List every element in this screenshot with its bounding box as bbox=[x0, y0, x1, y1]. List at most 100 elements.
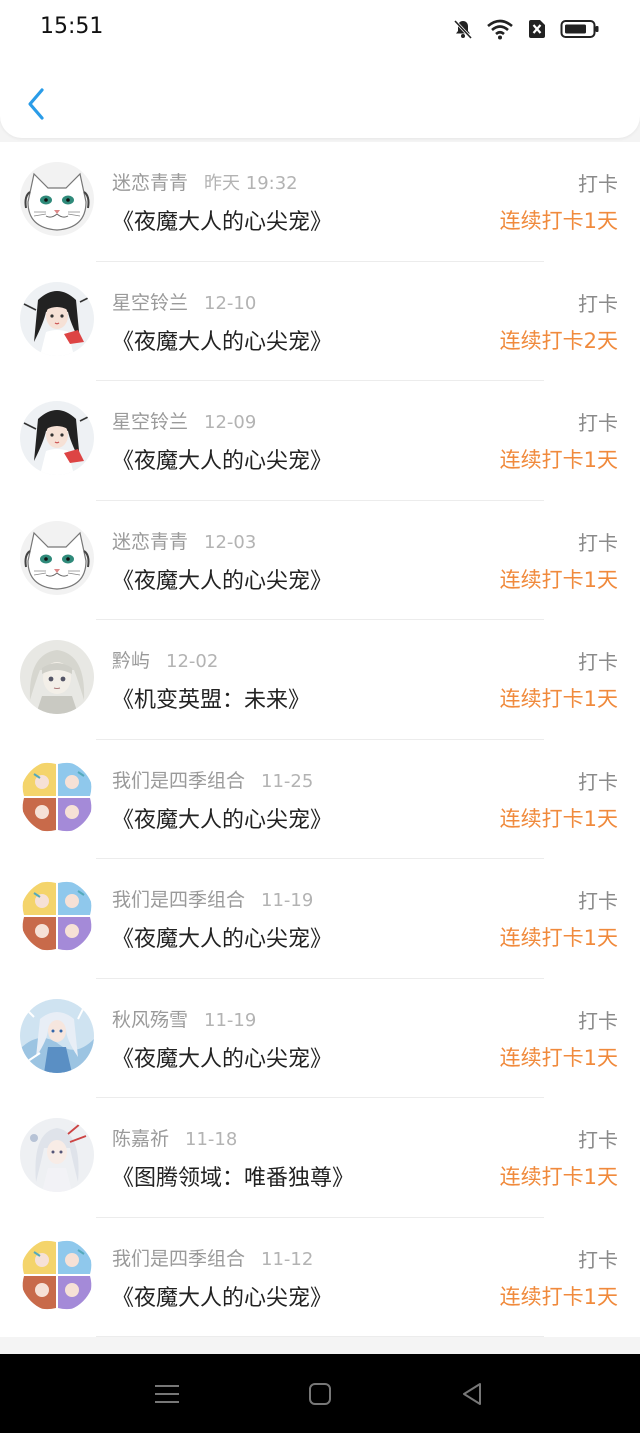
battery-icon bbox=[560, 20, 599, 38]
list-item[interactable]: 我们是四季组合 11-12 《夜魔大人的心尖宠》 打卡 连续打卡1天 bbox=[0, 1217, 640, 1337]
white-hair-avatar-icon bbox=[20, 640, 94, 714]
streak-label: 连续打卡2天 bbox=[499, 328, 618, 353]
avatar[interactable] bbox=[20, 520, 94, 595]
avatar[interactable] bbox=[20, 1118, 94, 1192]
checkin-date: 昨天 19:32 bbox=[204, 173, 298, 194]
checkin-date: 12-10 bbox=[204, 292, 257, 314]
white-cat-avatar-icon bbox=[20, 520, 94, 595]
meta: 我们是四季组合 11-19 bbox=[112, 885, 313, 912]
back-nav-button[interactable] bbox=[458, 1380, 488, 1408]
book-title[interactable]: 《机变英盟：未来》 bbox=[112, 682, 310, 714]
checkin-date: 11-12 bbox=[261, 1248, 314, 1270]
four-seasons-avatar-icon bbox=[20, 879, 94, 953]
streak-label: 连续打卡1天 bbox=[499, 1284, 618, 1309]
streak-label: 连续打卡1天 bbox=[499, 1165, 618, 1189]
avatar[interactable] bbox=[20, 401, 94, 475]
bell-muted-icon bbox=[453, 19, 473, 40]
avatar[interactable] bbox=[20, 998, 94, 1073]
meta: 迷恋青青 12-03 bbox=[112, 527, 256, 554]
meta: 秋风殇雪 11-19 bbox=[112, 1005, 256, 1032]
meta: 黔屿 12-02 bbox=[112, 646, 218, 673]
action-label: 打卡 bbox=[578, 172, 618, 196]
meta: 星空铃兰 12-10 bbox=[112, 288, 256, 315]
list-item[interactable]: 我们是四季组合 11-25 《夜魔大人的心尖宠》 打卡 连续打卡1天 bbox=[0, 739, 640, 859]
blue-girl-avatar-icon bbox=[20, 998, 94, 1073]
back-triangle-icon bbox=[463, 1383, 481, 1405]
checkin-date: 12-03 bbox=[204, 531, 257, 553]
list-item[interactable]: 秋风殇雪 11-19 《夜魔大人的心尖宠》 打卡 连续打卡1天 bbox=[0, 978, 640, 1098]
list-item[interactable]: 星空铃兰 12-09 《夜魔大人的心尖宠》 打卡 连续打卡1天 bbox=[0, 381, 640, 501]
book-title[interactable]: 《夜魔大人的心尖宠》 bbox=[112, 802, 332, 834]
menu-button[interactable] bbox=[152, 1380, 182, 1408]
streak-label: 连续打卡1天 bbox=[499, 687, 618, 711]
home-button[interactable] bbox=[305, 1380, 335, 1408]
avatar[interactable] bbox=[20, 162, 94, 236]
streak-label: 连续打卡1天 bbox=[499, 209, 618, 233]
list-item[interactable]: 迷恋青青 昨天 19:32 《夜魔大人的心尖宠》 打卡 连续打卡1天 bbox=[0, 142, 640, 262]
list-item[interactable]: 迷恋青青 12-03 《夜魔大人的心尖宠》 打卡 连续打卡1天 bbox=[0, 500, 640, 620]
username[interactable]: 秋风殇雪 bbox=[112, 1009, 188, 1031]
book-title[interactable]: 《夜魔大人的心尖宠》 bbox=[112, 443, 332, 475]
action-label: 打卡 bbox=[578, 650, 618, 674]
action-label: 打卡 bbox=[578, 769, 618, 794]
list-item[interactable]: 星空铃兰 12-10 《夜魔大人的心尖宠》 打卡 连续打卡2天 bbox=[0, 261, 640, 381]
book-title[interactable]: 《夜魔大人的心尖宠》 bbox=[112, 204, 332, 236]
sim-x-icon bbox=[529, 20, 545, 38]
action-label: 打卡 bbox=[578, 1008, 618, 1033]
checkin-date: 11-25 bbox=[261, 770, 314, 792]
book-title[interactable]: 《夜魔大人的心尖宠》 bbox=[112, 324, 332, 356]
list-item[interactable]: 陈嘉祈 11-18 《图腾领域：唯番独尊》 打卡 连续打卡1天 bbox=[0, 1098, 640, 1218]
meta: 迷恋青青 昨天 19:32 bbox=[112, 168, 298, 195]
book-title[interactable]: 《夜魔大人的心尖宠》 bbox=[112, 1280, 332, 1312]
four-seasons-avatar-icon bbox=[20, 759, 94, 834]
streak-label: 连续打卡1天 bbox=[499, 1045, 618, 1070]
book-title[interactable]: 《夜魔大人的心尖宠》 bbox=[112, 563, 332, 595]
anime-girl-avatar-icon bbox=[20, 401, 94, 475]
meta: 我们是四季组合 11-12 bbox=[112, 1244, 313, 1271]
anime-girl-avatar-icon bbox=[20, 281, 94, 356]
streak-label: 连续打卡1天 bbox=[499, 567, 618, 592]
avatar[interactable] bbox=[20, 1237, 94, 1312]
username[interactable]: 迷恋青青 bbox=[112, 531, 188, 553]
streak-label: 连续打卡1天 bbox=[499, 448, 618, 472]
avatar[interactable] bbox=[20, 879, 94, 953]
action-label: 打卡 bbox=[578, 411, 618, 435]
menu-icon bbox=[155, 1385, 179, 1403]
silver-girl-avatar-icon bbox=[20, 1118, 94, 1192]
status-icons bbox=[452, 16, 600, 42]
username[interactable]: 我们是四季组合 bbox=[112, 770, 245, 792]
meta: 我们是四季组合 11-25 bbox=[112, 766, 313, 793]
four-seasons-avatar-icon bbox=[20, 1237, 94, 1312]
book-title[interactable]: 《图腾领域：唯番独尊》 bbox=[112, 1160, 354, 1192]
action-label: 打卡 bbox=[578, 889, 618, 913]
meta: 陈嘉祈 11-18 bbox=[112, 1124, 237, 1151]
white-cat-avatar-icon bbox=[20, 162, 94, 236]
username[interactable]: 我们是四季组合 bbox=[112, 889, 245, 911]
username[interactable]: 迷恋青青 bbox=[112, 172, 188, 194]
action-label: 打卡 bbox=[578, 1247, 618, 1272]
checkin-date: 11-18 bbox=[185, 1129, 238, 1150]
checkin-date: 11-19 bbox=[204, 1009, 257, 1031]
avatar[interactable] bbox=[20, 640, 94, 714]
list-item[interactable]: 黔屿 12-02 《机变英盟：未来》 打卡 连续打卡1天 bbox=[0, 620, 640, 740]
meta: 星空铃兰 12-09 bbox=[112, 407, 256, 434]
system-nav-bar bbox=[0, 1354, 640, 1433]
streak-label: 连续打卡1天 bbox=[499, 806, 618, 831]
checkin-date: 12-09 bbox=[204, 412, 257, 433]
username[interactable]: 陈嘉祈 bbox=[112, 1128, 169, 1150]
status-time: 15:51 bbox=[40, 14, 104, 39]
username[interactable]: 我们是四季组合 bbox=[112, 1248, 245, 1270]
avatar[interactable] bbox=[20, 281, 94, 356]
avatar[interactable] bbox=[20, 759, 94, 834]
username[interactable]: 星空铃兰 bbox=[112, 411, 188, 433]
username[interactable]: 星空铃兰 bbox=[112, 292, 188, 314]
book-title[interactable]: 《夜魔大人的心尖宠》 bbox=[112, 921, 332, 953]
back-button[interactable] bbox=[18, 82, 54, 126]
wifi-icon bbox=[487, 19, 513, 40]
divider bbox=[96, 1336, 544, 1337]
list-item[interactable]: 我们是四季组合 11-19 《夜魔大人的心尖宠》 打卡 连续打卡1天 bbox=[0, 859, 640, 979]
book-title[interactable]: 《夜魔大人的心尖宠》 bbox=[112, 1041, 332, 1073]
streak-label: 连续打卡1天 bbox=[499, 926, 618, 950]
action-label: 打卡 bbox=[578, 1128, 618, 1152]
username[interactable]: 黔屿 bbox=[112, 650, 150, 672]
